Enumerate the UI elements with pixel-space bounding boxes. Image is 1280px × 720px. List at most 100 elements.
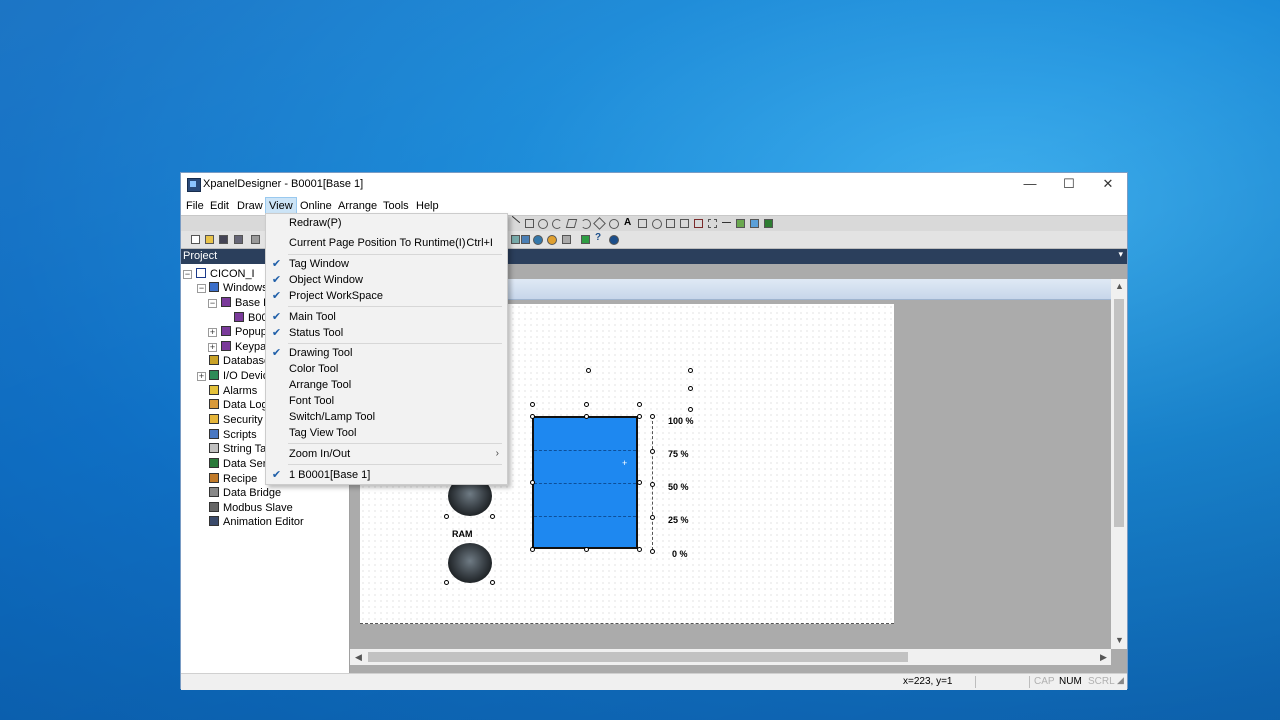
rotary-knob-bottom[interactable] — [448, 543, 492, 583]
selection-handle[interactable] — [530, 547, 535, 552]
scale-label-0[interactable]: 0 % — [672, 549, 688, 559]
tree-item-windows[interactable]: Windows — [209, 281, 268, 295]
menu-help[interactable]: Help — [413, 198, 442, 214]
scroll-up-icon[interactable]: ▲ — [1115, 281, 1124, 291]
horizontal-scroll-thumb[interactable] — [368, 652, 908, 662]
dashed-tool-icon[interactable] — [708, 219, 717, 228]
pie-tool-icon[interactable] — [581, 219, 591, 229]
arc-tool-icon[interactable] — [552, 219, 562, 229]
circle-tool-icon[interactable] — [609, 219, 619, 229]
expand-toggle-icon[interactable]: + — [208, 343, 217, 352]
selection-handle[interactable] — [650, 482, 655, 487]
tag-tool-icon[interactable] — [581, 235, 590, 244]
selection-handle[interactable] — [688, 368, 693, 373]
scale-label-100[interactable]: 100 % — [668, 416, 694, 426]
selection-handle[interactable] — [584, 414, 589, 419]
close-button[interactable]: ✕ — [1089, 173, 1127, 195]
selection-handle[interactable] — [650, 549, 655, 554]
menu-item-main-tool[interactable]: ✔ Main Tool — [266, 309, 507, 325]
separator-tool-icon[interactable] — [722, 222, 731, 223]
tank-level-object[interactable]: + — [532, 416, 638, 549]
tree-item-scripts[interactable]: Scripts — [209, 428, 257, 442]
selection-handle[interactable] — [530, 414, 535, 419]
horizontal-scrollbar[interactable]: ◀ ▶ — [350, 649, 1111, 665]
menu-item-status-tool[interactable]: ✔ Status Tool — [266, 325, 507, 341]
tree-item-recipe[interactable]: Recipe — [209, 472, 257, 486]
tree-item-popup[interactable]: Popup — [221, 325, 267, 339]
expand-toggle-icon[interactable]: + — [208, 328, 217, 337]
vertical-scrollbar[interactable]: ▲ ▼ — [1111, 279, 1127, 649]
download-icon[interactable] — [521, 235, 530, 244]
scroll-down-icon[interactable]: ▼ — [1115, 635, 1124, 645]
menu-item-object-window[interactable]: ✔ Object Window — [266, 272, 507, 288]
tree-item-string-table[interactable]: String Tab — [209, 442, 272, 456]
rectangle-tool-icon[interactable] — [525, 219, 534, 228]
menu-tools[interactable]: Tools — [380, 198, 412, 214]
tree-item-alarms[interactable]: Alarms — [209, 384, 257, 398]
vertical-scroll-thumb[interactable] — [1114, 299, 1124, 527]
tree-item-io-devices[interactable]: I/O Devic — [209, 369, 268, 383]
tree-item-data-log[interactable]: Data Log — [209, 398, 268, 412]
menu-edit[interactable]: Edit — [207, 198, 232, 214]
menu-item-color-tool[interactable]: Color Tool — [266, 361, 507, 377]
menu-online[interactable]: Online — [297, 198, 335, 214]
expand-toggle-icon[interactable]: − — [183, 270, 192, 279]
selection-handle[interactable] — [490, 514, 495, 519]
scroll-left-icon[interactable]: ◀ — [355, 652, 362, 663]
compile-icon[interactable] — [511, 235, 520, 244]
tree-item-animation-editor[interactable]: Animation Editor — [209, 515, 304, 529]
selection-handle[interactable] — [584, 547, 589, 552]
menu-item-current-page-position[interactable]: Current Page Position To Runtime(I) Ctrl… — [266, 235, 507, 251]
menu-item-arrange-tool[interactable]: Arrange Tool — [266, 377, 507, 393]
selection-handle[interactable] — [688, 407, 693, 412]
expand-toggle-icon[interactable]: − — [197, 284, 206, 293]
polygon-tool-icon[interactable] — [565, 219, 578, 228]
menu-item-tag-window[interactable]: ✔ Tag Window — [266, 256, 507, 272]
tree-item-security[interactable]: Security — [209, 413, 263, 427]
selection-handle[interactable] — [530, 480, 535, 485]
save-icon[interactable] — [219, 235, 228, 244]
selection-handle[interactable] — [444, 514, 449, 519]
selection-handle[interactable] — [637, 402, 642, 407]
text-tool-icon[interactable]: A — [624, 217, 631, 228]
selection-handle[interactable] — [688, 386, 693, 391]
title-bar[interactable]: XpanelDesigner - B0001[Base 1] — ☐ ✕ — [181, 173, 1127, 195]
document-tool-icon[interactable] — [680, 219, 689, 228]
selection-handle[interactable] — [650, 414, 655, 419]
selection-handle[interactable] — [586, 368, 591, 373]
menu-item-tag-view-tool[interactable]: Tag View Tool — [266, 425, 507, 441]
new-file-icon[interactable] — [191, 235, 200, 244]
scale-label-25[interactable]: 25 % — [668, 515, 689, 525]
selection-handle[interactable] — [444, 580, 449, 585]
panel-dropdown-icon[interactable]: ▾ — [1118, 249, 1123, 260]
tree-item-data-bridge[interactable]: Data Bridge — [209, 486, 281, 500]
settings-gear-icon[interactable] — [547, 235, 557, 245]
tree-item-cicon[interactable]: CICON_I — [196, 267, 255, 281]
trend-tool-icon[interactable] — [764, 219, 773, 228]
expand-toggle-icon[interactable]: − — [208, 299, 217, 308]
grid-tool-icon[interactable] — [694, 219, 703, 228]
table-tool-icon[interactable] — [638, 219, 647, 228]
menu-item-recent-page[interactable]: ✔ 1 B0001[Base 1] — [266, 467, 507, 483]
selection-handle[interactable] — [584, 402, 589, 407]
tree-item-modbus-slave[interactable]: Modbus Slave — [209, 501, 293, 515]
menu-item-redraw[interactable]: Redraw(P) — [266, 215, 507, 231]
simulate-icon[interactable] — [533, 235, 543, 245]
page-tool-icon[interactable] — [666, 219, 675, 228]
transfer-icon[interactable] — [562, 235, 571, 244]
menu-file[interactable]: File — [183, 198, 207, 214]
about-info-icon[interactable] — [609, 235, 619, 245]
selection-handle[interactable] — [637, 547, 642, 552]
selection-handle[interactable] — [650, 449, 655, 454]
image-tool-icon[interactable] — [750, 219, 759, 228]
expand-toggle-icon[interactable]: + — [197, 372, 206, 381]
menu-item-font-tool[interactable]: Font Tool — [266, 393, 507, 409]
selection-handle[interactable] — [650, 515, 655, 520]
bitmap-tool-icon[interactable] — [736, 219, 745, 228]
open-folder-icon[interactable] — [205, 235, 214, 244]
selection-handle[interactable] — [637, 414, 642, 419]
menu-item-switch-lamp-tool[interactable]: Switch/Lamp Tool — [266, 409, 507, 425]
minimize-button[interactable]: — — [1011, 173, 1049, 195]
selection-handle[interactable] — [490, 580, 495, 585]
menu-item-project-workspace[interactable]: ✔ Project WorkSpace — [266, 288, 507, 304]
